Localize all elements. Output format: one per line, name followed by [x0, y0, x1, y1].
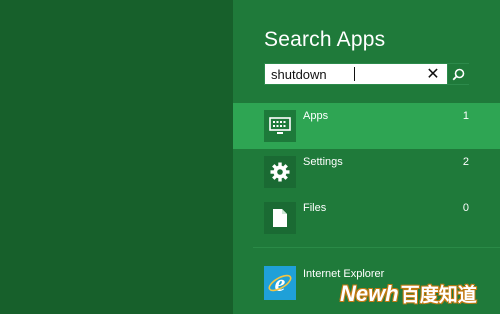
- search-input[interactable]: [265, 64, 425, 84]
- gear-icon: [264, 156, 296, 188]
- category-files[interactable]: Files 0: [233, 195, 500, 241]
- panel-title: Search Apps: [264, 28, 386, 51]
- search-box[interactable]: ✕: [264, 63, 469, 85]
- category-label: Files: [303, 202, 327, 214]
- search-button[interactable]: [447, 64, 469, 84]
- file-icon: [264, 202, 296, 234]
- text-caret: [354, 67, 355, 81]
- clear-search-button[interactable]: ✕: [422, 64, 444, 84]
- watermark-brand: Newh: [340, 281, 399, 306]
- apps-keyboard-icon: [264, 110, 296, 142]
- category-count: 1: [462, 110, 469, 122]
- category-count: 2: [462, 156, 469, 168]
- category-settings[interactable]: Settings 2: [233, 149, 500, 195]
- category-label: Settings: [303, 156, 343, 168]
- search-charm-panel: Search Apps ✕: [233, 0, 500, 314]
- category-apps[interactable]: Apps 1: [233, 103, 500, 149]
- result-label: Internet Explorer: [303, 268, 385, 280]
- search-icon: [452, 68, 465, 80]
- watermark: Newh 百度知道: [340, 280, 477, 310]
- category-count: 0: [462, 202, 469, 214]
- svg-text:e: e: [275, 271, 286, 296]
- category-label: Apps: [303, 110, 329, 122]
- watermark-chinese: 百度知道: [400, 285, 477, 306]
- close-icon: ✕: [426, 66, 440, 83]
- start-screen-background: [0, 0, 233, 314]
- internet-explorer-icon: e: [264, 266, 296, 300]
- divider: [253, 247, 500, 248]
